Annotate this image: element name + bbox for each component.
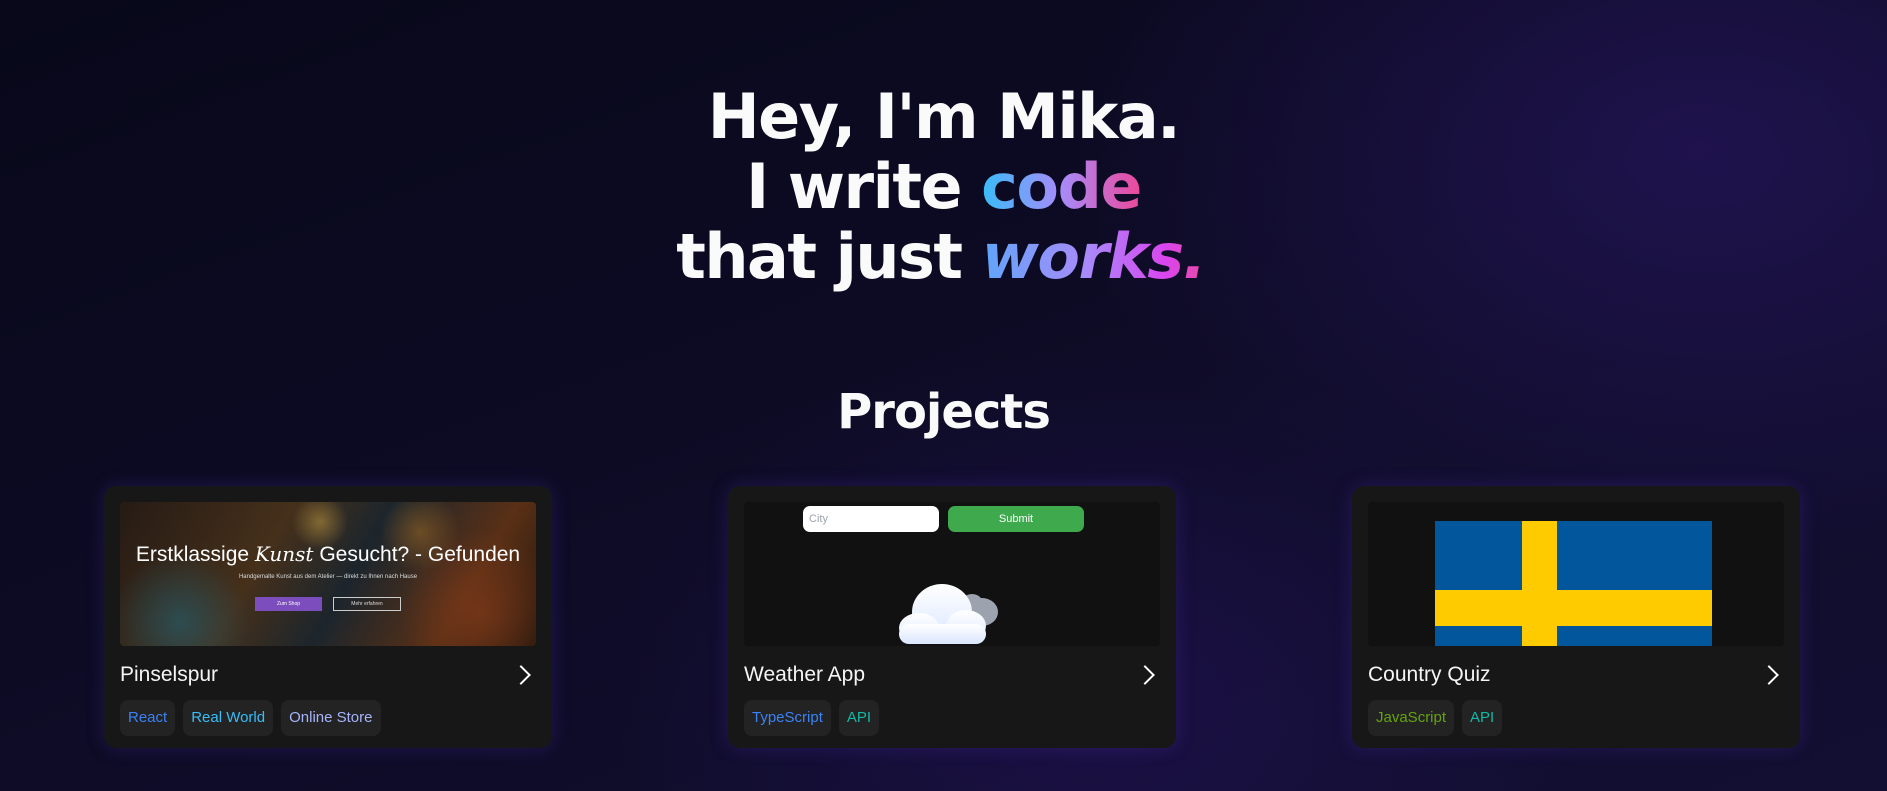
cloud-icon bbox=[899, 584, 998, 644]
tag-javascript: JavaScript bbox=[1368, 700, 1455, 736]
project-thumbnail: Erstklassige Kunst Gesucht? - Gefunden H… bbox=[120, 502, 536, 646]
city-input: City bbox=[803, 506, 939, 532]
tag-list: TypeScript API bbox=[744, 700, 1160, 736]
project-card-pinselspur[interactable]: Erstklassige Kunst Gesucht? - Gefunden H… bbox=[104, 486, 552, 748]
hero-period: . bbox=[1182, 220, 1205, 293]
hero-highlight-code: code bbox=[981, 150, 1142, 223]
project-title: Country Quiz bbox=[1368, 663, 1491, 686]
project-title: Weather App bbox=[744, 663, 866, 686]
tag-real-world: Real World bbox=[183, 700, 274, 736]
tag-api: API bbox=[1462, 700, 1503, 736]
project-thumbnail: City Submit bbox=[744, 502, 1160, 646]
thumbnail-heading-start: Erstklassige bbox=[135, 543, 255, 566]
card-title-row: Pinselspur bbox=[120, 660, 536, 690]
hero-heading: Hey, I'm Mika. I write code that just wo… bbox=[0, 82, 1887, 292]
thumbnail-subtext: Handgemalte Kunst aus dem Atelier — dire… bbox=[238, 574, 418, 580]
project-card-weather-app[interactable]: City Submit Weather App TypeScript API bbox=[728, 486, 1176, 748]
tag-api: API bbox=[838, 700, 880, 736]
submit-button: Submit bbox=[948, 506, 1084, 532]
card-title-row: Weather App bbox=[744, 660, 1160, 690]
hero-line-2-prefix: I write bbox=[746, 150, 982, 223]
thumbnail-secondary-button: Mehr erfahren bbox=[333, 597, 401, 611]
project-card-country-quiz[interactable]: Country Quiz JavaScript API bbox=[1352, 486, 1800, 748]
hero-line-3: that just works. bbox=[0, 222, 1887, 292]
tag-react: React bbox=[120, 700, 176, 736]
sweden-flag-icon bbox=[1435, 521, 1712, 646]
card-title-row: Country Quiz bbox=[1368, 660, 1784, 690]
project-thumbnail bbox=[1368, 502, 1784, 646]
thumbnail-primary-button: Zum Shop bbox=[255, 597, 322, 611]
thumbnail-heading: Erstklassige Kunst Gesucht? - Gefunden bbox=[120, 542, 536, 567]
hero-line-1: Hey, I'm Mika. bbox=[707, 80, 1181, 153]
project-title: Pinselspur bbox=[120, 663, 219, 686]
tag-online-store: Online Store bbox=[281, 700, 381, 736]
chevron-right-icon[interactable] bbox=[1135, 665, 1155, 685]
chevron-right-icon[interactable] bbox=[511, 665, 531, 685]
thumbnail-heading-end: Gesucht? - Gefunden bbox=[313, 543, 521, 566]
tag-list: JavaScript API bbox=[1368, 700, 1784, 736]
hero-highlight-works-text: works bbox=[981, 220, 1183, 293]
hero-line-2: I write code bbox=[0, 152, 1887, 222]
hero-line-3-prefix: that just bbox=[676, 220, 982, 293]
thumbnail-heading-script: Kunst bbox=[254, 542, 314, 566]
projects-heading: Projects bbox=[837, 384, 1051, 440]
chevron-right-icon[interactable] bbox=[1759, 665, 1779, 685]
tag-typescript: TypeScript bbox=[744, 700, 831, 736]
hero-highlight-works: works. bbox=[982, 220, 1211, 293]
tag-list: React Real World Online Store bbox=[120, 700, 536, 736]
